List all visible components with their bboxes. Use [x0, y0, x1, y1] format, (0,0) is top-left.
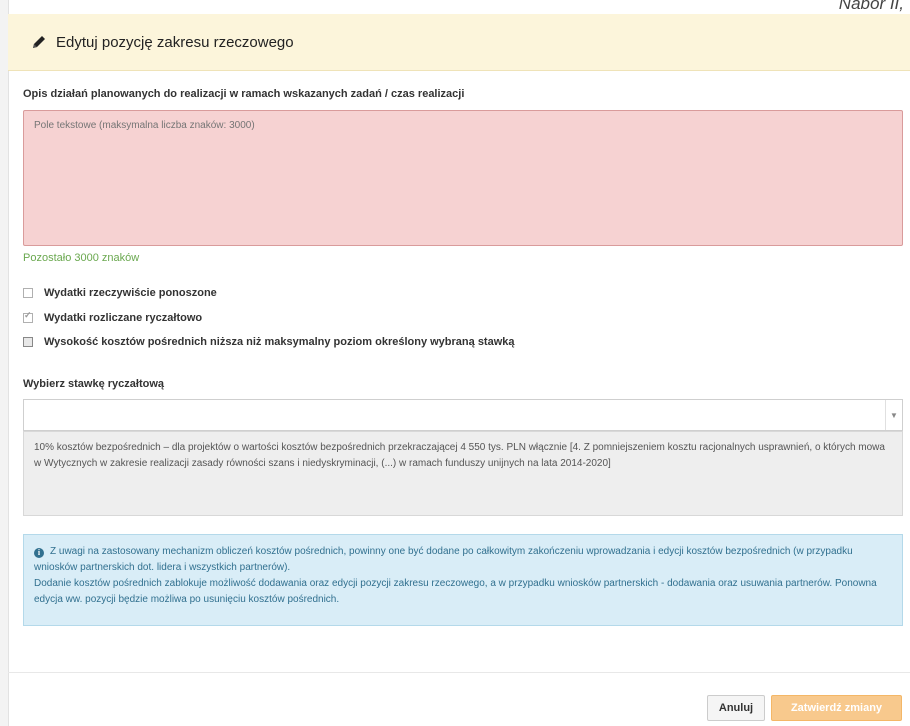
- modal-header: Edytuj pozycję zakresu rzeczowego: [8, 14, 910, 71]
- cancel-button[interactable]: Anuluj: [707, 695, 765, 721]
- checkbox-actual-expenses[interactable]: [23, 288, 33, 298]
- checkbox-label-lower-indirect: Wysokość kosztów pośrednich niższa niż m…: [44, 336, 515, 348]
- description-textarea[interactable]: [23, 110, 903, 246]
- modal-title: Edytuj pozycję zakresu rzeczowego: [56, 33, 294, 51]
- rate-description-text: 10% kosztów bezpośrednich – dla projektó…: [34, 442, 885, 469]
- chevron-down-icon[interactable]: ▼: [885, 400, 902, 430]
- checkbox-row-lower-indirect[interactable]: Wysokość kosztów pośrednich niższa niż m…: [23, 336, 515, 348]
- checkbox-label-lump-sum: Wydatki rozliczane ryczałtowo: [44, 312, 203, 324]
- window-left-edge: [0, 0, 9, 726]
- rate-description-box: 10% kosztów bezpośrednich – dla projektó…: [23, 431, 903, 516]
- corner-heading: Nabór II,: [838, 0, 904, 13]
- confirm-button[interactable]: Zatwierdź zmiany: [771, 695, 902, 721]
- checkbox-lump-sum[interactable]: [23, 310, 33, 323]
- checkbox-row-lump-sum[interactable]: Wydatki rozliczane ryczałtowo: [23, 310, 203, 324]
- info-line-2: Dodanie kosztów pośrednich zablokuje moż…: [34, 578, 877, 605]
- pencil-icon: [33, 36, 45, 48]
- checkbox-row-actual-expenses[interactable]: Wydatki rzeczywiście ponoszone: [23, 287, 217, 299]
- info-alert: iZ uwagi na zastosowany mechanizm oblicz…: [23, 534, 903, 626]
- rate-select[interactable]: ▼: [23, 399, 903, 431]
- rate-select-label: Wybierz stawkę ryczałtową: [23, 378, 165, 390]
- checkbox-label-actual-expenses: Wydatki rzeczywiście ponoszone: [44, 287, 217, 299]
- description-label: Opis działań planowanych do realizacji w…: [23, 88, 465, 100]
- checkbox-lower-indirect[interactable]: [23, 337, 33, 347]
- info-text-1: Z uwagi na zastosowany mechanizm oblicze…: [34, 546, 853, 573]
- info-line-1: iZ uwagi na zastosowany mechanizm oblicz…: [34, 544, 892, 576]
- info-circle-icon: i: [34, 548, 44, 558]
- footer-divider: [8, 672, 910, 673]
- char-counter: Pozostało 3000 znaków: [23, 252, 140, 264]
